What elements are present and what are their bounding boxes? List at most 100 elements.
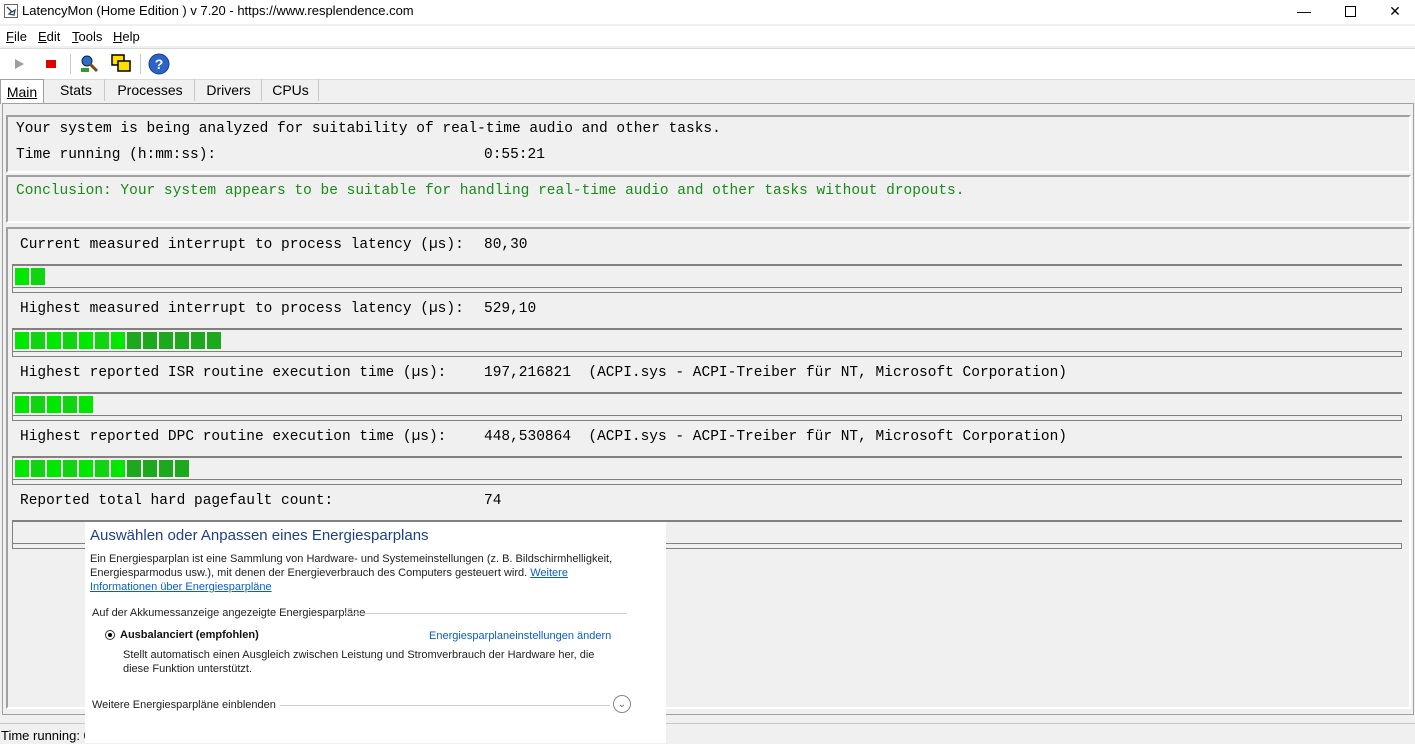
menu-edit[interactable]: Edit <box>38 29 60 44</box>
minimize-icon: — <box>1297 3 1311 19</box>
tab-drivers[interactable]: Drivers <box>196 79 262 101</box>
latency-bar <box>12 264 1402 288</box>
metric-label: Reported total hard pagefault count: <box>20 493 334 509</box>
tab-cpus[interactable]: CPUs <box>263 79 319 101</box>
minimize-button[interactable]: — <box>1281 0 1327 22</box>
latency-bar-segment <box>47 460 63 477</box>
tab-main-label: Main <box>6 84 38 100</box>
menu-help-label: elp <box>122 29 140 44</box>
maximize-icon <box>1344 5 1356 17</box>
metric-label: Current measured interrupt to process la… <box>20 237 464 253</box>
latency-bar-segment <box>31 396 47 413</box>
analysis-status-panel: Your system is being analyzed for suitab… <box>6 115 1411 173</box>
menu-file-label: ile <box>13 29 27 44</box>
metric-label: Highest reported DPC routine execution t… <box>20 429 447 445</box>
latency-bar-segment <box>15 396 31 413</box>
stop-button[interactable] <box>40 53 62 75</box>
conclusion-panel: Conclusion: Your system appears to be su… <box>6 175 1411 223</box>
expand-more-plans-button[interactable]: ⌄ <box>613 695 631 713</box>
latency-bar-segment <box>79 396 95 413</box>
process-tools-button[interactable] <box>78 53 100 75</box>
latency-bar-segment <box>79 460 95 477</box>
time-running-label: Time running (h:mm:ss): <box>16 147 217 163</box>
toolbar-separator <box>70 54 71 74</box>
status-text: Time running: 0 <box>1 728 91 743</box>
latencymon-app-icon <box>4 4 18 18</box>
balanced-plan-radio[interactable] <box>105 630 115 640</box>
metric-value: 197,216821 <box>484 365 572 381</box>
tab-cpus-label: CPUs <box>272 82 309 98</box>
tab-stats-label: Stats <box>60 82 92 98</box>
latency-bar <box>12 328 1402 352</box>
latency-bar-segment <box>111 460 127 477</box>
time-running-value: 0:55:21 <box>484 147 545 163</box>
tab-drivers-label: Drivers <box>206 82 251 98</box>
svg-text:?: ? <box>155 56 164 72</box>
tab-processes[interactable]: Processes <box>106 79 195 101</box>
latency-bar-segment <box>47 396 63 413</box>
latency-bar-segment <box>63 460 79 477</box>
metric-value: 529,10 <box>484 301 537 317</box>
latency-bar-segment <box>159 460 175 477</box>
show-more-plans-label: Weitere Energiesparpläne einblenden <box>92 699 276 711</box>
menu-bar: File Edit Tools Help <box>0 26 1415 46</box>
power-plan-overlay: Auswählen oder Anpassen eines Energiespa… <box>85 522 666 743</box>
process-tools-icon <box>81 55 99 73</box>
maximize-button[interactable] <box>1327 0 1373 22</box>
toolbar: ? <box>0 48 1415 80</box>
bar-underline <box>12 479 1402 485</box>
menu-file-accel: F <box>6 29 14 44</box>
metric-value: 80,30 <box>484 237 528 253</box>
power-plan-title: Auswählen oder Anpassen eines Energiespa… <box>90 527 429 544</box>
conclusion-text: Conclusion: Your system appears to be su… <box>16 183 965 199</box>
latency-bar-segment <box>95 332 111 349</box>
window-title: LatencyMon (Home Edition ) v 7.20 - http… <box>22 3 414 18</box>
chevron-down-icon: ⌄ <box>617 698 627 710</box>
play-icon <box>15 59 24 69</box>
latency-bar-segment <box>207 332 223 349</box>
balanced-plan-description: Stellt automatisch einen Ausgleich zwisc… <box>123 649 595 675</box>
menu-tools[interactable]: Tools <box>72 29 102 44</box>
latency-bar-segment <box>31 268 47 285</box>
section-divider <box>345 613 627 614</box>
more-plans-divider <box>280 705 610 706</box>
metric-value: 448,530864 <box>484 429 572 445</box>
close-icon: ✕ <box>1389 2 1401 19</box>
metric-value: 74 <box>484 493 502 509</box>
latency-bar-segment <box>15 332 31 349</box>
latency-bar-segment <box>159 332 175 349</box>
tab-strip: Main Stats Processes Drivers CPUs <box>0 79 1415 104</box>
start-button[interactable] <box>8 53 30 75</box>
bar-underline <box>12 287 1402 293</box>
latency-bar-segment <box>15 460 31 477</box>
latency-bar-segment <box>31 332 47 349</box>
metric-label: Highest reported ISR routine execution t… <box>20 365 447 381</box>
windows-icon <box>111 54 131 72</box>
menu-help-accel: H <box>113 29 123 44</box>
help-button[interactable]: ? <box>148 53 170 75</box>
change-plan-settings-link[interactable]: Energiesparplaneinstellungen ändern <box>429 630 611 642</box>
latency-bar-segment <box>127 460 143 477</box>
windows-button[interactable] <box>110 53 132 75</box>
close-button[interactable]: ✕ <box>1372 0 1415 22</box>
latency-bar-segment <box>127 332 143 349</box>
latency-bar-segment <box>31 460 47 477</box>
latency-bar-segment <box>63 396 79 413</box>
tab-main[interactable]: Main <box>0 79 44 104</box>
stop-icon <box>46 60 56 68</box>
menu-edit-label: dit <box>46 29 61 44</box>
menu-file[interactable]: File <box>6 29 27 44</box>
latency-bar-segment <box>175 332 191 349</box>
menu-tools-label: ools <box>78 29 103 44</box>
bar-underline <box>12 351 1402 357</box>
menu-edit-accel: E <box>38 29 47 44</box>
latency-bar-segment <box>191 332 207 349</box>
menu-help[interactable]: Help <box>113 29 140 44</box>
latency-bar-segment <box>63 332 79 349</box>
tab-processes-label: Processes <box>117 82 183 98</box>
latency-bar-segment <box>79 332 95 349</box>
analysis-text: Your system is being analyzed for suitab… <box>16 121 721 137</box>
latency-bar-segment <box>47 332 63 349</box>
tab-stats[interactable]: Stats <box>48 79 105 101</box>
bar-underline <box>12 415 1402 421</box>
